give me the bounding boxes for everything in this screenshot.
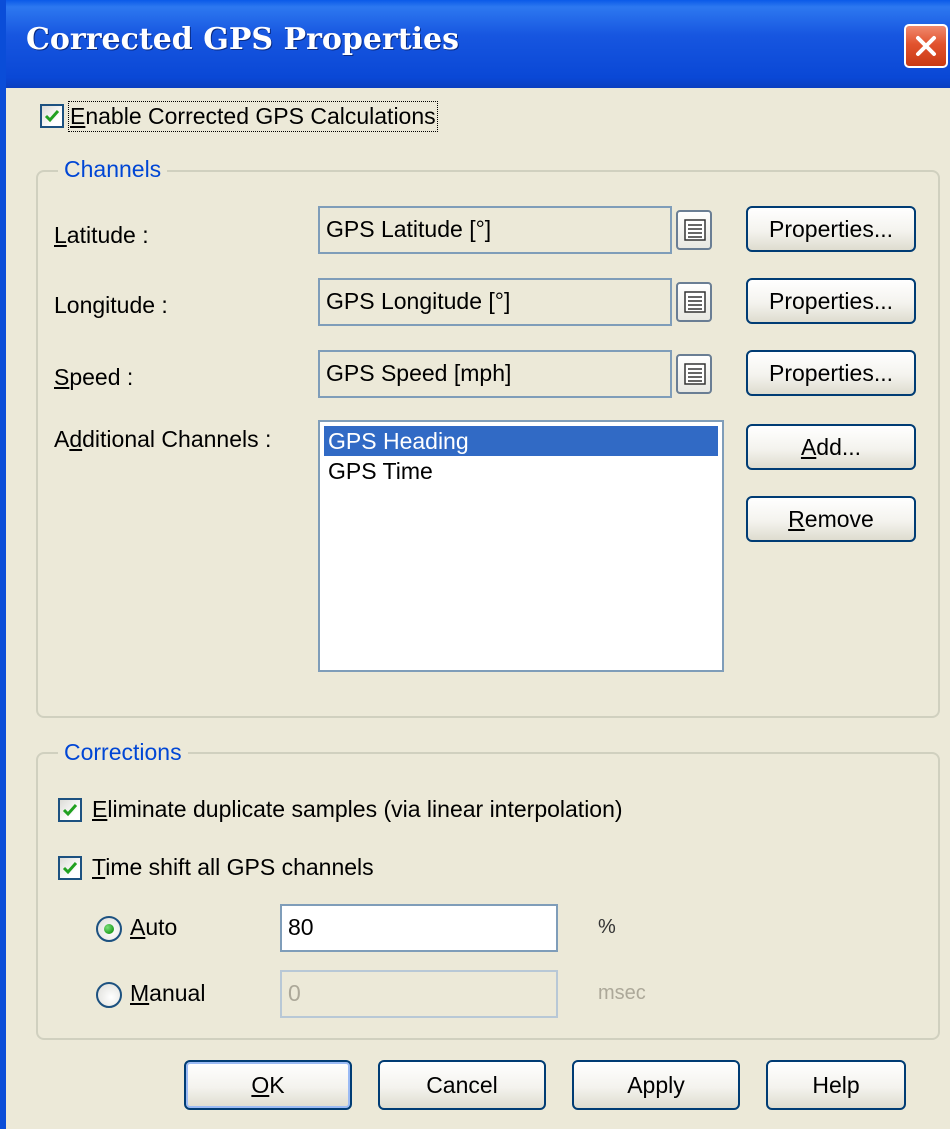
ok-button[interactable]: OK xyxy=(184,1060,352,1110)
auto-unit-label: % xyxy=(598,916,616,938)
dialog-window: Corrected GPS Properties Enable Correcte… xyxy=(0,0,950,1129)
speed-channel-field[interactable]: GPS Speed [mph] xyxy=(318,350,672,398)
close-icon xyxy=(916,36,936,56)
eliminate-duplicates-label[interactable]: Eliminate duplicate samples (via linear … xyxy=(92,796,623,823)
title-bar[interactable]: Corrected GPS Properties xyxy=(6,0,950,88)
apply-button[interactable]: Apply xyxy=(572,1060,740,1110)
help-button[interactable]: Help xyxy=(766,1060,906,1110)
checkmark-icon xyxy=(62,804,78,817)
window-title: Corrected GPS Properties xyxy=(26,22,459,57)
additional-channels-list[interactable]: GPS Heading GPS Time xyxy=(318,420,724,672)
remove-channel-button[interactable]: Remove xyxy=(746,496,916,542)
auto-radio[interactable] xyxy=(96,916,122,942)
channels-group-title: Channels xyxy=(58,156,168,183)
speed-label: Speed : xyxy=(54,364,134,390)
checkmark-icon xyxy=(44,110,60,123)
enable-checkbox-label[interactable]: Enable Corrected GPS Calculations xyxy=(68,101,438,132)
list-icon xyxy=(684,291,706,313)
auto-radio-label[interactable]: Auto xyxy=(130,914,177,941)
latitude-channel-field[interactable]: GPS Latitude [°] xyxy=(318,206,672,254)
latitude-label: Latitude : xyxy=(54,222,149,248)
auto-percent-input[interactable]: 80 xyxy=(280,904,558,952)
longitude-channel-field[interactable]: GPS Longitude [°] xyxy=(318,278,672,326)
list-icon xyxy=(684,219,706,241)
enable-checkbox[interactable] xyxy=(40,104,64,128)
list-icon xyxy=(684,363,706,385)
manual-unit-label: msec xyxy=(598,982,646,1004)
latitude-properties-button[interactable]: Properties... xyxy=(746,206,916,252)
longitude-label: Longitude : xyxy=(54,292,168,318)
close-button[interactable] xyxy=(904,24,948,68)
longitude-picker-button[interactable] xyxy=(676,282,712,322)
speed-picker-button[interactable] xyxy=(676,354,712,394)
additional-channels-label: Additional Channels : xyxy=(54,426,272,452)
speed-properties-button[interactable]: Properties... xyxy=(746,350,916,396)
manual-msec-input[interactable]: 0 xyxy=(280,970,558,1018)
manual-radio-label[interactable]: Manual xyxy=(130,980,205,1007)
time-shift-label[interactable]: Time shift all GPS channels xyxy=(92,854,374,881)
manual-radio[interactable] xyxy=(96,982,122,1008)
time-shift-checkbox[interactable] xyxy=(58,856,82,880)
eliminate-duplicates-checkbox[interactable] xyxy=(58,798,82,822)
list-item-gps-heading[interactable]: GPS Heading xyxy=(324,426,718,456)
cancel-button[interactable]: Cancel xyxy=(378,1060,546,1110)
list-item-gps-time[interactable]: GPS Time xyxy=(324,456,718,486)
checkmark-icon xyxy=(62,862,78,875)
longitude-properties-button[interactable]: Properties... xyxy=(746,278,916,324)
corrections-group-title: Corrections xyxy=(58,739,188,766)
radio-selected-dot xyxy=(104,924,114,934)
add-channel-button[interactable]: Add... xyxy=(746,424,916,470)
latitude-picker-button[interactable] xyxy=(676,210,712,250)
